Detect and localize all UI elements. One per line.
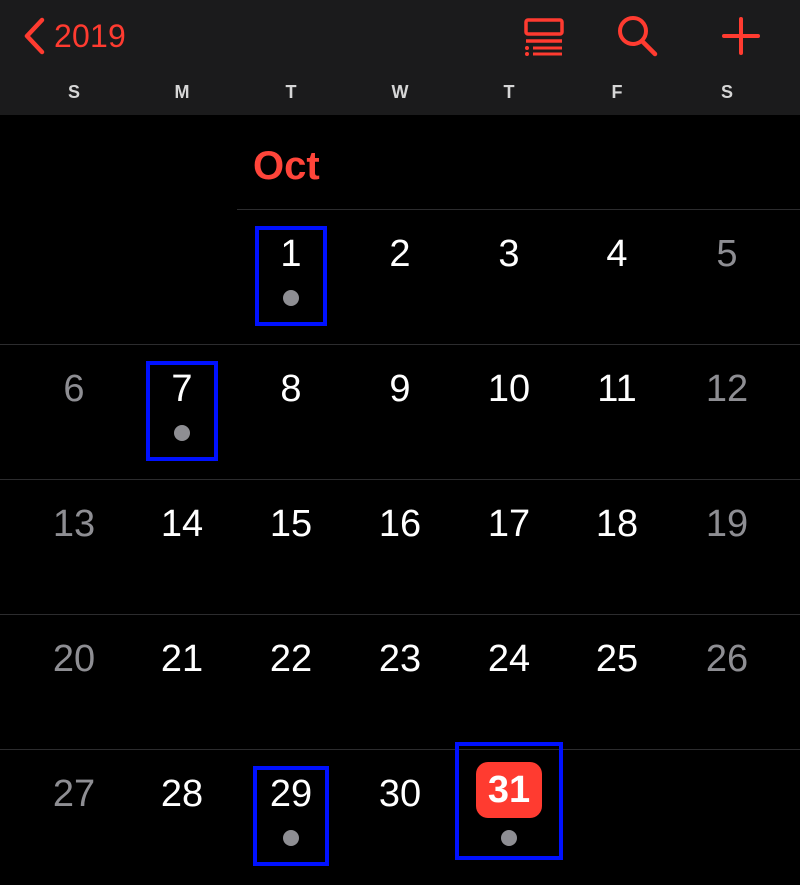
day-number: 4 [606,233,628,275]
event-indicator-dot [283,290,299,306]
day-cell[interactable]: 29 [251,768,331,868]
day-cell[interactable]: 21 [142,633,222,733]
day-cell-today[interactable]: 31 [469,762,549,868]
week-divider [0,749,800,750]
day-cell[interactable]: 22 [251,633,331,733]
day-number: 20 [52,638,96,680]
week-divider [0,479,800,480]
month-title: Oct [253,144,320,188]
weekday-header: S M T W T F S [0,82,800,108]
day-cell[interactable]: 17 [469,498,549,598]
day-cell[interactable]: 25 [577,633,657,733]
day-cell[interactable]: 13 [34,498,114,598]
navigation-bar: 2019 S M T W T F S [0,0,800,115]
weekday-label: S [720,82,733,102]
day-number: 30 [378,773,422,815]
day-number: 31 [476,762,542,818]
weekday-label: W [391,82,409,102]
day-number: 11 [597,368,637,410]
day-number: 3 [498,233,520,275]
day-cell[interactable]: 14 [142,498,222,598]
day-cell[interactable]: 18 [577,498,657,598]
chevron-left-icon [24,17,45,55]
day-cell[interactable]: 15 [251,498,331,598]
day-cell[interactable]: 4 [577,228,657,328]
day-number: 2 [389,233,411,275]
day-cell[interactable]: 12 [687,363,767,463]
day-number: 13 [52,503,96,545]
day-number: 7 [171,368,193,410]
day-number: 29 [269,773,313,815]
week-divider [237,209,800,210]
day-number: 17 [487,503,531,545]
day-number: 5 [716,233,738,275]
back-to-year-button[interactable]: 2019 [22,14,126,58]
day-cell[interactable]: 2 [360,228,440,328]
search-icon [618,16,658,57]
add-icon [722,17,760,55]
day-number: 12 [705,368,749,410]
day-cell[interactable]: 7 [142,363,222,463]
day-cell[interactable]: 28 [142,768,222,868]
day-cell[interactable]: 1 [251,228,331,328]
day-number: 6 [63,368,85,410]
day-number: 10 [487,368,531,410]
day-cell[interactable]: 9 [360,363,440,463]
day-cell[interactable]: 19 [687,498,767,598]
weekday-label: M [174,82,190,102]
day-number: 23 [378,638,422,680]
day-number: 14 [160,503,204,545]
add-event-button[interactable] [713,12,769,60]
day-cell[interactable]: 16 [360,498,440,598]
day-number: 19 [705,503,749,545]
weekday-label: T [285,82,297,102]
weekday-label: S [67,82,80,102]
event-indicator-dot [501,830,517,846]
day-number: 22 [269,638,313,680]
day-number: 24 [487,638,531,680]
day-number: 21 [160,638,204,680]
day-cell[interactable]: 5 [687,228,767,328]
day-cell[interactable]: 6 [34,363,114,463]
day-cell[interactable]: 11 [577,363,657,463]
day-cell[interactable]: 30 [360,768,440,868]
weekday-label: T [503,82,515,102]
day-cell[interactable]: 23 [360,633,440,733]
event-indicator-dot [283,830,299,846]
day-number: 25 [595,638,639,680]
day-number: 28 [160,773,204,815]
day-number: 9 [389,368,411,410]
day-number: 26 [705,638,749,680]
day-number: 27 [52,773,96,815]
day-number: 16 [378,503,422,545]
week-divider [0,344,800,345]
day-cell[interactable]: 10 [469,363,549,463]
day-cell[interactable]: 26 [687,633,767,733]
day-cell[interactable]: 3 [469,228,549,328]
event-indicator-dot [174,425,190,441]
day-number: 8 [280,368,302,410]
day-number: 1 [280,233,302,275]
day-cell[interactable]: 8 [251,363,331,463]
week-divider [0,614,800,615]
day-number: 18 [595,503,639,545]
search-button[interactable] [609,12,665,60]
day-number: 15 [269,503,313,545]
day-cell[interactable]: 24 [469,633,549,733]
back-label: 2019 [54,17,126,54]
list-view-button[interactable] [516,12,572,60]
weekday-label: F [611,82,623,102]
day-cell[interactable]: 27 [34,768,114,868]
list-view-icon [524,18,564,56]
day-cell[interactable]: 20 [34,633,114,733]
